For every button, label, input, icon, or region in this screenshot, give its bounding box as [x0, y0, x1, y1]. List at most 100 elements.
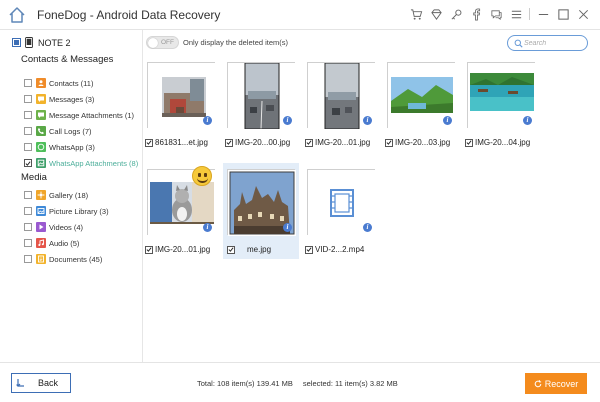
- file-checkbox[interactable]: [145, 138, 153, 147]
- category-checkbox[interactable]: [24, 191, 32, 199]
- info-icon[interactable]: i: [523, 116, 532, 125]
- file-name-row: IMG-20...04.jpg: [465, 138, 530, 147]
- file-item[interactable]: i me.jpg: [223, 163, 299, 259]
- sidebar-item-documents[interactable]: Documents (45): [24, 253, 102, 265]
- documents-icon: [36, 254, 46, 264]
- sidebar-item-videos[interactable]: Videos (4): [24, 221, 83, 233]
- title-toolbar: [403, 7, 590, 21]
- file-checkbox[interactable]: [305, 245, 313, 254]
- close-icon[interactable]: [576, 7, 590, 21]
- toggle-knob: [148, 38, 158, 48]
- image-thumbnail[interactable]: i: [467, 62, 536, 129]
- back-button[interactable]: Back: [11, 373, 71, 393]
- category-checkbox[interactable]: [24, 95, 32, 103]
- title-bar: FoneDog - Android Data Recovery: [0, 0, 600, 30]
- chat-icon[interactable]: [489, 7, 503, 21]
- file-item[interactable]: i 861831...et.jpg: [143, 56, 219, 152]
- group-title-media: Media: [21, 172, 47, 183]
- sidebar-item-gallery[interactable]: Gallery (18): [24, 189, 88, 201]
- file-checkbox[interactable]: [305, 138, 313, 147]
- sidebar-item-whatsapp[interactable]: WhatsApp (3): [24, 141, 95, 153]
- file-name-row: me.jpg: [227, 245, 271, 254]
- category-checkbox[interactable]: [24, 223, 32, 231]
- recover-button[interactable]: Recover: [525, 373, 587, 394]
- category-checkbox[interactable]: [24, 159, 32, 167]
- cart-icon[interactable]: [409, 7, 423, 21]
- sidebar-item-message-attachments[interactable]: Message Attachments (1): [24, 109, 134, 121]
- info-icon[interactable]: i: [203, 223, 212, 232]
- messages-icon: [36, 94, 46, 104]
- deleted-only-toggle[interactable]: OFF: [146, 36, 179, 49]
- image-thumbnail[interactable]: i: [387, 62, 456, 129]
- attachment-icon: [36, 110, 46, 120]
- sidebar-item-picture-library[interactable]: Picture Library (3): [24, 205, 109, 217]
- image-thumbnail[interactable]: i: [147, 166, 216, 236]
- image-thumbnail[interactable]: i: [227, 169, 296, 236]
- sidebar-item-contacts[interactable]: Contacts (11): [24, 77, 93, 89]
- diamond-icon[interactable]: [429, 7, 443, 21]
- file-checkbox[interactable]: [145, 245, 153, 254]
- category-checkbox[interactable]: [24, 127, 32, 135]
- bottom-bar: Back Total: 108 item(s) 139.41 MB selecte…: [0, 362, 600, 402]
- sidebar-item-label: Videos (4): [49, 222, 84, 232]
- file-name: IMG-20...00.jpg: [235, 138, 291, 147]
- category-checkbox[interactable]: [24, 79, 32, 87]
- key-icon[interactable]: [449, 7, 463, 21]
- file-checkbox[interactable]: [227, 245, 235, 254]
- info-icon[interactable]: i: [283, 223, 292, 232]
- search-box[interactable]: [507, 35, 588, 51]
- totals: Total: 108 item(s) 139.41 MB selected: 11…: [197, 379, 398, 388]
- category-checkbox[interactable]: [24, 143, 32, 151]
- file-checkbox[interactable]: [385, 138, 393, 147]
- sidebar-item-call-logs[interactable]: Call Logs (7): [24, 125, 92, 137]
- device-row[interactable]: NOTE 2: [12, 37, 71, 48]
- home-icon[interactable]: [7, 5, 27, 25]
- device-checkbox[interactable]: [12, 38, 21, 47]
- file-checkbox[interactable]: [465, 138, 473, 147]
- file-checkbox[interactable]: [225, 138, 233, 147]
- file-name-row: 861831...et.jpg: [145, 138, 208, 147]
- contacts-icon: [36, 78, 46, 88]
- app-title: FoneDog - Android Data Recovery: [37, 8, 221, 22]
- file-name-row: IMG-20...00.jpg: [225, 138, 290, 147]
- info-icon[interactable]: i: [363, 116, 372, 125]
- file-name: 861831...et.jpg: [155, 138, 208, 147]
- info-icon[interactable]: i: [363, 223, 372, 232]
- video-thumbnail[interactable]: i: [307, 169, 376, 236]
- file-name: me.jpg: [247, 245, 272, 254]
- file-item[interactable]: i IMG-20...01.jpg: [303, 56, 379, 152]
- image-thumbnail[interactable]: i: [307, 62, 376, 130]
- file-grid: i 861831...et.jpg i IMG-20...00.jpg i IMG-20.…: [143, 56, 600, 362]
- sidebar-item-audio[interactable]: Audio (5): [24, 237, 79, 249]
- info-icon[interactable]: i: [283, 116, 292, 125]
- back-arrow-icon: [16, 379, 24, 387]
- back-label: Back: [38, 378, 59, 388]
- file-item[interactable]: i IMG-20...01.jpg: [143, 163, 219, 259]
- sidebar-item-label: Audio (5): [49, 238, 80, 248]
- search-input[interactable]: [524, 38, 584, 48]
- image-thumbnail[interactable]: i: [227, 62, 296, 130]
- gallery-icon: [36, 190, 46, 200]
- file-item[interactable]: i IMG-20...04.jpg: [463, 56, 539, 152]
- image-thumbnail[interactable]: i: [147, 62, 216, 129]
- category-checkbox[interactable]: [24, 111, 32, 119]
- file-item[interactable]: i IMG-20...03.jpg: [383, 56, 459, 152]
- category-checkbox[interactable]: [24, 255, 32, 263]
- info-icon[interactable]: i: [443, 116, 452, 125]
- category-checkbox[interactable]: [24, 239, 32, 247]
- file-item[interactable]: i VID-2...2.mp4: [303, 163, 379, 259]
- file-name: IMG-20...01.jpg: [315, 138, 371, 147]
- file-item[interactable]: i IMG-20...00.jpg: [223, 56, 299, 152]
- minimize-icon[interactable]: [536, 7, 550, 21]
- category-checkbox[interactable]: [24, 207, 32, 215]
- whatsapp-icon: [36, 142, 46, 152]
- maximize-icon[interactable]: [556, 7, 570, 21]
- sidebar-item-messages[interactable]: Messages (3): [24, 93, 94, 105]
- facebook-icon[interactable]: [469, 7, 483, 21]
- info-icon[interactable]: i: [203, 116, 212, 125]
- audio-icon: [36, 238, 46, 248]
- menu-icon[interactable]: [509, 7, 523, 21]
- filter-bar: OFF Only display the deleted item(s): [143, 30, 600, 56]
- sidebar-item-whatsapp-attachments[interactable]: WhatsApp Attachments (8): [24, 157, 138, 169]
- sidebar-item-label: Picture Library (3): [49, 206, 109, 216]
